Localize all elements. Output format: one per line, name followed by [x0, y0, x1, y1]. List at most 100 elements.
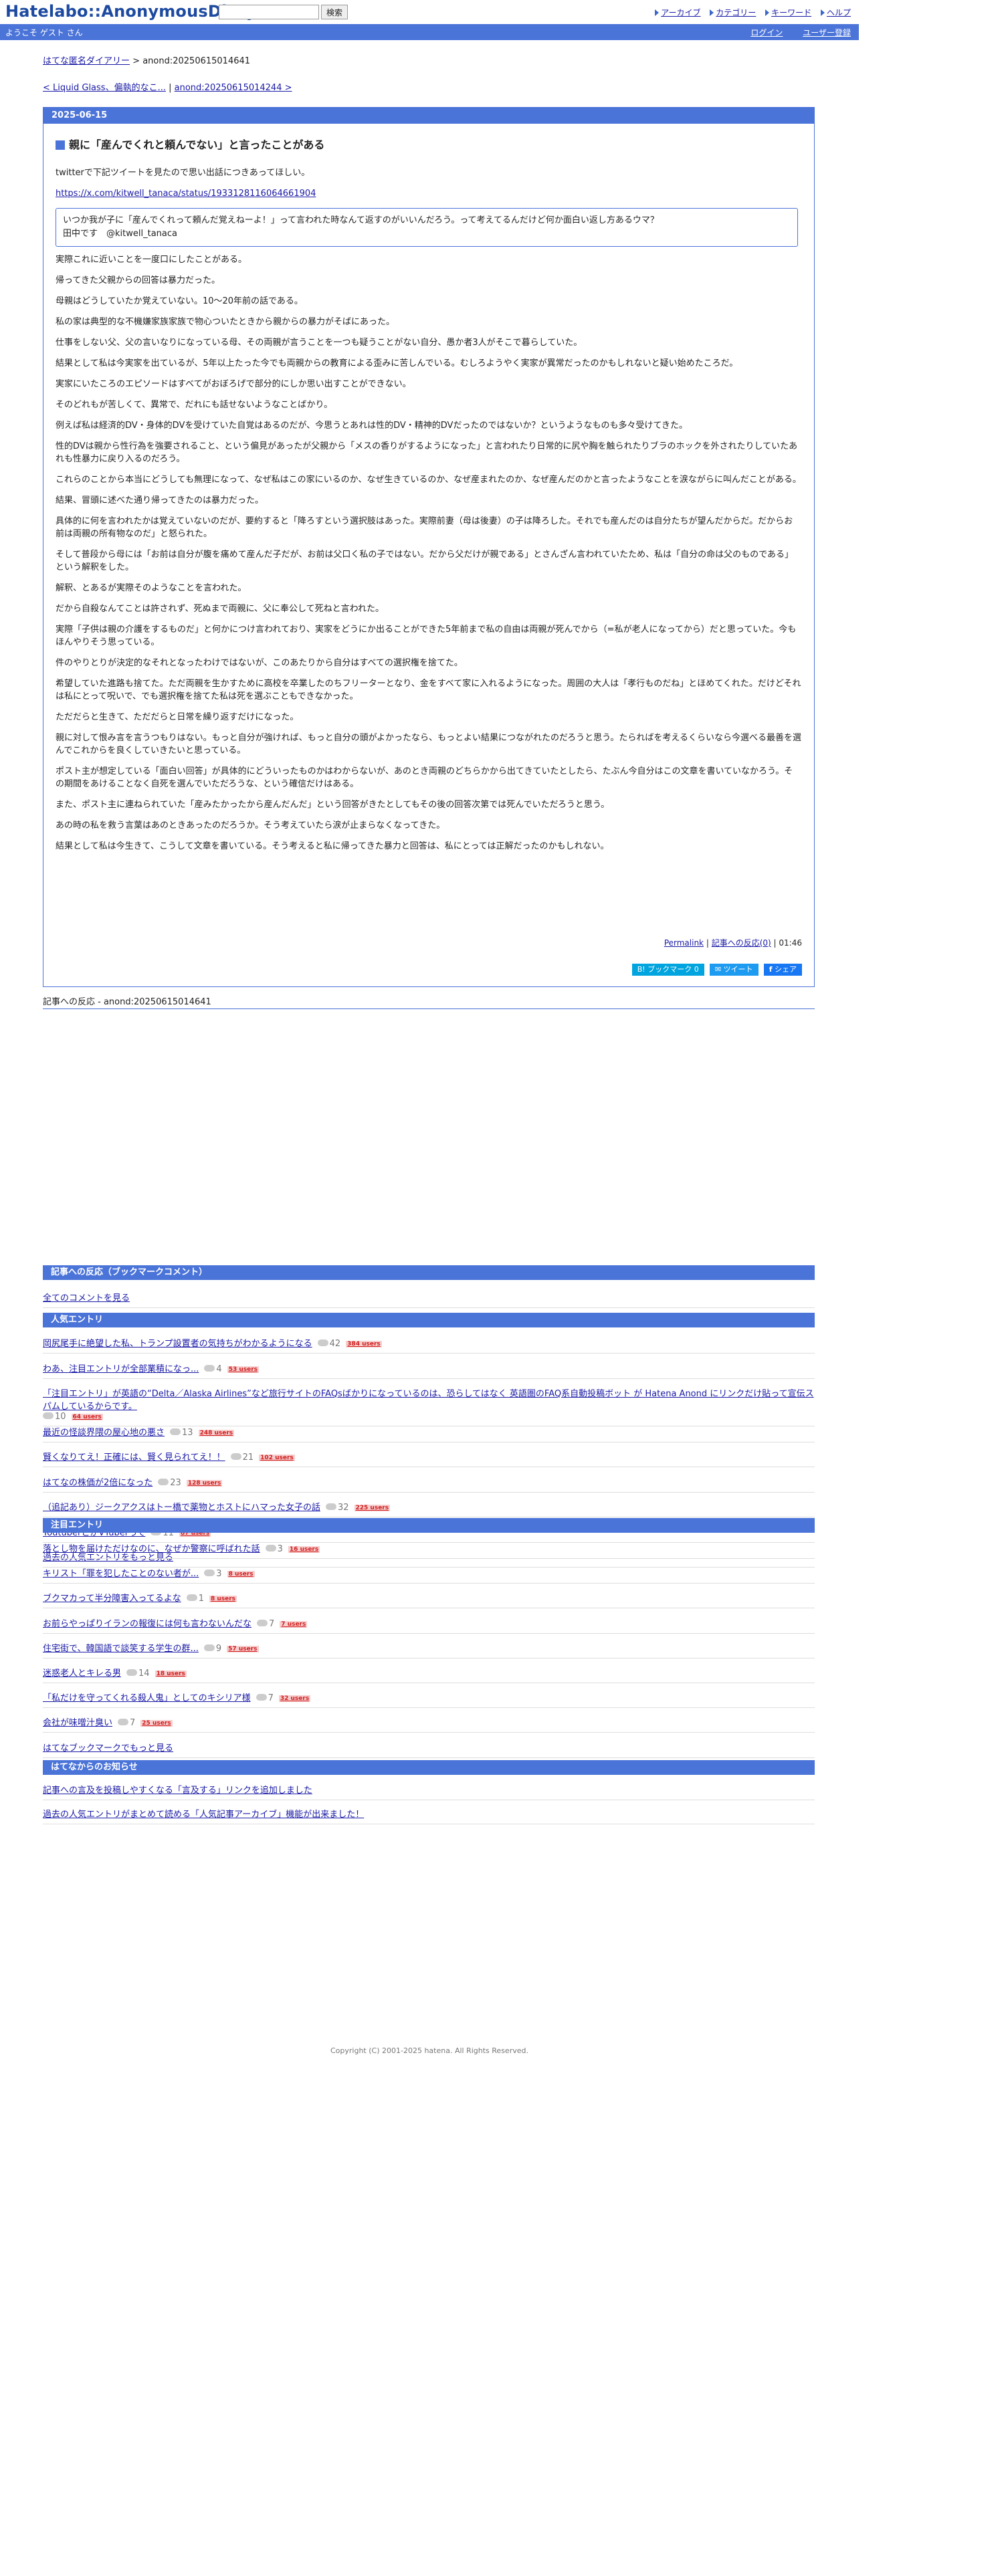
- users-badge[interactable]: 8 users: [227, 1571, 255, 1578]
- entry-paragraphs: 実際これに近いことを一度口にしたことがある。 帰ってきた父親からの回答は暴力だった…: [56, 253, 801, 853]
- nav-archive-link[interactable]: アーカイブ: [661, 8, 700, 17]
- entry-list-link[interactable]: 住宅街で、韓国語で談笑する学生の群...: [43, 1644, 199, 1654]
- notice-link[interactable]: 記事への言及を投稿しやすくなる「言及する」リンクを追加しました: [43, 1786, 312, 1796]
- entry-list-link[interactable]: わあ、注目エントリが全部業積になっ...: [43, 1364, 199, 1374]
- facebook-share-label: シェア: [775, 965, 797, 974]
- users-badge[interactable]: 248 users: [198, 1429, 235, 1436]
- users-badge[interactable]: 53 users: [227, 1366, 260, 1373]
- hatena-bookmark-label: B! ブックマーク: [637, 965, 692, 974]
- permalink-link[interactable]: Permalink: [664, 938, 704, 948]
- blockquote: いつか我が子に「産んでくれって頼んだ覚えねーよ！」って言われた時なんて返すのがい…: [56, 208, 798, 247]
- entry-paragraph: 私の家は典型的な不機嫌家族家族で物心ついたときから親からの暴力がそばにあった。: [56, 317, 395, 327]
- tweet-button[interactable]: ✉ ツイート: [709, 964, 759, 976]
- triangle-icon: [820, 9, 825, 16]
- users-badge[interactable]: 16 users: [288, 1546, 320, 1553]
- register-link[interactable]: ユーザー登録: [803, 28, 851, 37]
- refer-line: 記事への反応 - anond:20250615014641: [43, 994, 815, 1009]
- entry-list-link[interactable]: 会社が味噌汁臭い: [43, 1718, 112, 1728]
- users-badge[interactable]: 18 users: [155, 1671, 187, 1677]
- entry-list-link[interactable]: 賢くなりてえ！正確には、賢く見られてえ！！: [43, 1453, 225, 1463]
- users-badge[interactable]: 384 users: [346, 1341, 382, 1348]
- entry-list-link[interactable]: （追記あり）ジークアクスはトー橋で薬物とホストにハマった女子の話: [43, 1503, 320, 1513]
- footer-separator: |: [773, 938, 777, 948]
- comment-count: 13: [182, 1427, 193, 1438]
- users-badge[interactable]: 32 users: [278, 1695, 311, 1703]
- comment-count: 9: [215, 1643, 222, 1654]
- entry-list-link[interactable]: 「私だけを守ってくれる殺人鬼」としてのキシリア様: [43, 1693, 251, 1703]
- search-input[interactable]: [219, 5, 319, 19]
- triangle-icon: [765, 9, 770, 16]
- entry-paragraph: あの時の私を救う言葉はあのときあったのだろうか。そう考えていたら涙が止まらなくな…: [56, 821, 445, 831]
- users-badge[interactable]: 128 users: [186, 1479, 223, 1487]
- hot-more-link[interactable]: はてなブックマークでもっと見る: [43, 1743, 173, 1753]
- entry-list-link[interactable]: キリスト「罪を犯したことのない者が...: [43, 1569, 199, 1579]
- users-badge[interactable]: 64 users: [71, 1414, 103, 1420]
- footer-separator: |: [706, 938, 709, 948]
- users-badge[interactable]: 57 users: [227, 1645, 259, 1652]
- entry-paragraph: 実際「子供は親の介護をするものだ」と何かにつけ言われており、実家をどうにか出るこ…: [56, 625, 797, 647]
- users-badge[interactable]: 102 users: [259, 1455, 295, 1461]
- search-button[interactable]: 検索: [321, 5, 348, 19]
- entry-list-link[interactable]: 迷惑老人とキレる男: [43, 1669, 121, 1679]
- triangle-icon: [710, 9, 714, 16]
- entry-title[interactable]: 親に「産んでくれと頼んでない」と言ったことがある: [56, 136, 324, 152]
- square-bullet-icon: [56, 140, 65, 150]
- comment-bubble-icon: [126, 1669, 138, 1676]
- login-link[interactable]: ログイン: [750, 28, 783, 37]
- users-badge[interactable]: 7 users: [280, 1620, 308, 1628]
- prev-next-separator: |: [169, 83, 172, 93]
- notice-link[interactable]: 過去の人気エントリがまとめて読める「人気記事アーカイブ」機能が出来ました！: [43, 1810, 364, 1820]
- breadcrumb-home[interactable]: はてな匿名ダイアリー: [43, 56, 130, 66]
- comments-link[interactable]: 記事への反応(0): [712, 938, 771, 948]
- comment-bubble-icon: [203, 1644, 215, 1651]
- entry-list-item: 岡尻尾手に絶望した私、トランプ設置者の気持ちがわかるようになる 42 384 use…: [43, 1336, 815, 1354]
- nav-keyword[interactable]: キーワード: [765, 8, 811, 17]
- comment-count: 1: [198, 1594, 204, 1604]
- day-box: 2025-06-15 親に「産んでくれと頼んでない」と言ったことがある twit…: [43, 107, 815, 987]
- share-row: B! ブックマーク 0 ✉ ツイート f シェア: [629, 964, 802, 976]
- tweet-link[interactable]: https://x.com/kitwell_tanaca/status/1933…: [56, 189, 316, 199]
- nav-help[interactable]: ヘルプ: [820, 8, 851, 17]
- users-badge[interactable]: 225 users: [354, 1505, 391, 1511]
- entry-title-text[interactable]: 親に「産んでくれと頼んでない」と言ったことがある: [69, 138, 324, 151]
- nav-category[interactable]: カテゴリー: [710, 8, 756, 17]
- entry-list-link[interactable]: はてなの株価が2倍になった: [43, 1478, 153, 1488]
- comment-count: 4: [216, 1364, 222, 1374]
- entry-list-link[interactable]: 岡尻尾手に絶望した私、トランプ設置者の気持ちがわかるようになる: [43, 1339, 312, 1349]
- comment-count: 7: [130, 1718, 136, 1729]
- nav-keyword-link[interactable]: キーワード: [771, 8, 811, 17]
- entry-list-item: わあ、注目エントリが全部業積になっ... 4 53 users: [43, 1362, 815, 1379]
- all-comments-link[interactable]: 全てのコメントを見る: [43, 1293, 130, 1303]
- next-entry-link[interactable]: anond:20250615014244 >: [175, 83, 292, 93]
- prev-entry-link[interactable]: < Liquid Glass、偏執的なこ...: [43, 83, 166, 93]
- comment-bubble-icon: [204, 1364, 215, 1372]
- popular-section-title: 人気エントリ: [43, 1313, 815, 1327]
- entry-paragraph: だから自殺なんてことは許されず、死ぬまで両親に、父に奉公して死ねと言われた。: [56, 604, 385, 614]
- hatena-bookmark-button[interactable]: B! ブックマーク 0: [631, 964, 704, 976]
- nav-help-link[interactable]: ヘルプ: [827, 8, 851, 17]
- entry-paragraph: また、ポスト主に連ねられていた「産みたかったから産んだんだ」という回答がきたとし…: [56, 800, 610, 810]
- entry-list-link[interactable]: ブクマカって半分障害入ってるよな: [43, 1594, 181, 1604]
- entry-list-link[interactable]: お前らやっぱりイランの報復には何も言わないんだな: [43, 1619, 251, 1629]
- facebook-share-button[interactable]: f シェア: [763, 964, 802, 976]
- comment-count: 7: [269, 1618, 275, 1629]
- entry-list-link[interactable]: 「注目エントリ」が英語の“Delta／Alaska Airlines”など旅行サ…: [43, 1389, 814, 1412]
- entry-list-item: （追記あり）ジークアクスはトー橋で薬物とホストにハマった女子の話 32 225 us…: [43, 1500, 815, 1517]
- bird-icon: ✉: [714, 965, 722, 974]
- entry-paragraph: 解釈、とあるが実際そのようなことを言われた。: [56, 583, 247, 593]
- entry-paragraph: 具体的に何を言われたかは覚えていないのだが、要約すると「降ろすという選択肢はあっ…: [56, 516, 793, 539]
- comment-bubble-icon: [317, 1339, 328, 1346]
- users-badge[interactable]: 8 users: [209, 1596, 237, 1603]
- tweet-label: ツイート: [723, 965, 753, 974]
- entry-list-link[interactable]: 落とし物を届けただけなのに、なぜか警察に呼ばれた話: [43, 1544, 260, 1554]
- comment-bubble-icon: [325, 1503, 336, 1510]
- nav-category-link[interactable]: カテゴリー: [716, 8, 756, 17]
- entry-list-item: はてなの株価が2倍になった 23 128 users: [43, 1475, 815, 1493]
- notice-item: 記事への言及を投稿しやすくなる「言及する」リンクを追加しました: [43, 1783, 815, 1800]
- facebook-icon: f: [769, 965, 773, 974]
- nav-archive[interactable]: アーカイブ: [655, 8, 700, 17]
- entry-list-link[interactable]: 最近の怪談界隈の屋心地の悪さ: [43, 1428, 165, 1438]
- comment-bubble-icon: [186, 1594, 197, 1602]
- entry-list-item: 迷惑老人とキレる男 14 18 users: [43, 1666, 815, 1683]
- users-badge[interactable]: 25 users: [140, 1720, 173, 1727]
